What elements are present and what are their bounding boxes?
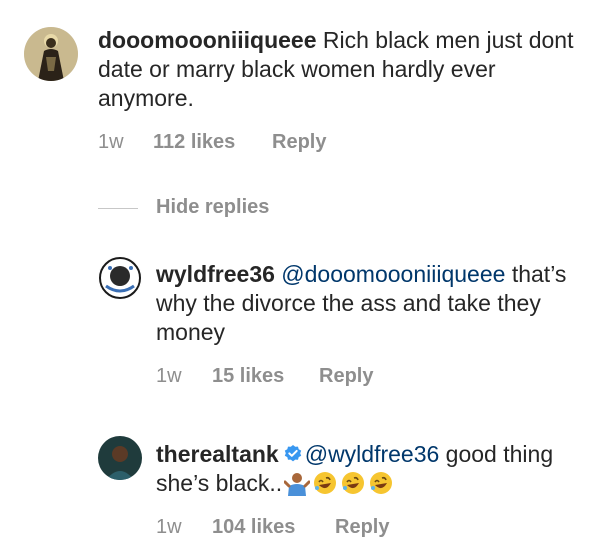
reply-button[interactable]: Reply bbox=[272, 131, 326, 154]
comment-username[interactable]: dooomoooniiiqueee bbox=[98, 27, 317, 53]
comment-likes[interactable]: 112 likes bbox=[153, 131, 235, 154]
reply-text: wyldfree36 @dooomoooniiiqueee that’s why… bbox=[156, 260, 576, 347]
comment-text: dooomoooniiiqueee Rich black men just do… bbox=[98, 26, 578, 113]
rofl-emoji-icon bbox=[370, 472, 393, 494]
verified-badge-icon bbox=[284, 445, 301, 462]
reply-likes[interactable]: 15 likes bbox=[212, 365, 284, 388]
decorated-logo-avatar-icon bbox=[98, 256, 142, 300]
reply-timestamp: 1w bbox=[156, 516, 182, 538]
reply-text: therealtank @wyldfree36 good thing she’s … bbox=[156, 440, 576, 498]
avatar[interactable] bbox=[98, 256, 142, 300]
robed-figure-avatar-icon bbox=[24, 27, 78, 81]
rofl-emoji-icon bbox=[342, 472, 365, 494]
reply-button[interactable]: Reply bbox=[335, 516, 389, 539]
reply-meta: 1w 15 likes Reply bbox=[156, 365, 456, 389]
divider bbox=[98, 208, 138, 209]
avatar[interactable] bbox=[24, 27, 78, 81]
reply-mention[interactable]: @dooomoooniiiqueee bbox=[281, 261, 505, 287]
man-portrait-avatar-icon bbox=[98, 436, 142, 480]
rofl-emoji-icon bbox=[314, 472, 337, 494]
reply-likes[interactable]: 104 likes bbox=[212, 516, 295, 539]
reply-button[interactable]: Reply bbox=[319, 365, 373, 388]
comment-meta: 1w 112 likes Reply bbox=[98, 131, 398, 155]
reply-timestamp: 1w bbox=[156, 365, 182, 387]
reply-username[interactable]: wyldfree36 bbox=[156, 261, 275, 287]
reply-meta: 1w 104 likes Reply bbox=[156, 516, 456, 540]
man-shrugging-emoji-icon bbox=[284, 473, 311, 496]
reply-mention[interactable]: @wyldfree36 bbox=[305, 441, 440, 467]
avatar[interactable] bbox=[98, 436, 142, 480]
comment-timestamp: 1w bbox=[98, 131, 124, 153]
hide-replies-label[interactable]: Hide replies bbox=[156, 196, 269, 219]
reply-username[interactable]: therealtank bbox=[156, 441, 279, 467]
